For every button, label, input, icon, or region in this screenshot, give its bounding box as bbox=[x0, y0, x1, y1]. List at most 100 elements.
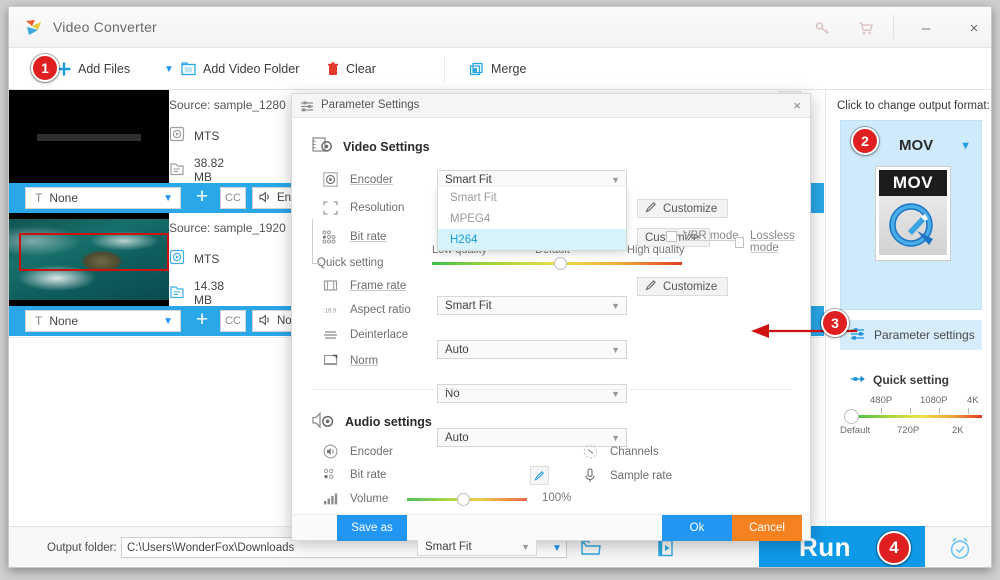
chevron-down-icon[interactable]: ▼ bbox=[611, 389, 620, 399]
cancel-button[interactable]: Cancel bbox=[732, 515, 802, 541]
bracket-line bbox=[312, 219, 321, 264]
add-video-folder-button[interactable]: Add Video Folder bbox=[181, 48, 299, 90]
channels-icon bbox=[580, 444, 600, 459]
browse-folder-icon[interactable] bbox=[581, 539, 601, 559]
norm-icon bbox=[320, 354, 340, 367]
quality-slider[interactable]: 480P 1080P 4K Default 720P 2K bbox=[840, 395, 986, 443]
subtitle-select[interactable]: T None ▼ bbox=[25, 310, 181, 332]
aspect-ratio-icon: 16:9 bbox=[320, 304, 340, 316]
pencil-icon bbox=[534, 471, 544, 481]
scheduler-alarm-icon[interactable] bbox=[947, 535, 973, 564]
chevron-down-icon[interactable]: ▼ bbox=[163, 193, 173, 204]
pencil-icon bbox=[645, 279, 657, 294]
add-files-dropdown-caret[interactable]: ▼ bbox=[164, 48, 174, 90]
closed-caption-button[interactable]: CC bbox=[220, 310, 246, 332]
trash-icon bbox=[327, 62, 339, 76]
volume-icon bbox=[320, 492, 340, 505]
app-window: Video Converter – × Add Files ▼ Add Vide… bbox=[8, 6, 992, 568]
framerate-select[interactable]: Smart Fit ▼ bbox=[437, 296, 627, 315]
chevron-down-icon[interactable]: ▼ bbox=[611, 345, 620, 355]
lossless-mode-label: Lossless mode bbox=[750, 230, 795, 254]
svg-text:16:9: 16:9 bbox=[324, 309, 336, 315]
lossless-mode-checkbox[interactable]: Lossless mode bbox=[735, 230, 810, 254]
parameter-settings-dialog: Parameter Settings × Video Settings Enco… bbox=[291, 93, 811, 556]
file-format-row: MTS bbox=[169, 126, 219, 145]
document-icon bbox=[169, 284, 185, 303]
cart-icon[interactable] bbox=[849, 15, 883, 41]
chevron-down-icon[interactable]: ▼ bbox=[611, 433, 620, 443]
slider-label-2k: 2K bbox=[952, 425, 964, 436]
chevron-down-icon[interactable]: ▼ bbox=[521, 542, 530, 552]
merge-button[interactable]: Merge bbox=[469, 48, 526, 90]
dialog-title: Parameter Settings bbox=[321, 99, 420, 111]
deinterlace-icon bbox=[320, 329, 340, 341]
output-folder-label: Output folder: bbox=[47, 542, 117, 554]
framerate-customize-button[interactable]: Customize bbox=[637, 277, 729, 296]
clear-button[interactable]: Clear bbox=[327, 48, 376, 90]
norm-label: Norm bbox=[350, 354, 379, 367]
audio-bitrate-row: Bit rate bbox=[320, 468, 420, 482]
subtitle-select[interactable]: T None ▼ bbox=[25, 187, 181, 209]
quality-slider-knob[interactable] bbox=[844, 409, 859, 424]
video-encoder-value: Smart Fit bbox=[445, 173, 492, 186]
vbr-mode-checkbox[interactable]: VBR mode bbox=[666, 230, 739, 242]
video-file-icon bbox=[169, 249, 185, 268]
framerate-row: Frame rate bbox=[320, 279, 420, 292]
checkbox-box[interactable] bbox=[666, 230, 677, 242]
close-icon[interactable]: × bbox=[793, 98, 801, 113]
add-files-label: Add Files bbox=[78, 62, 131, 76]
dropdown-option-smart-fit[interactable]: Smart Fit bbox=[438, 187, 626, 208]
quick-setting-icon bbox=[850, 373, 866, 387]
aspectratio-select[interactable]: Auto ▼ bbox=[437, 340, 627, 359]
pencil-icon bbox=[645, 201, 657, 216]
chevron-down-icon[interactable]: ▼ bbox=[163, 316, 173, 327]
aspectratio-row: 16:9 Aspect ratio bbox=[320, 304, 420, 316]
add-files-button[interactable]: Add Files bbox=[57, 48, 130, 90]
chevron-down-icon[interactable]: ▼ bbox=[960, 140, 971, 152]
quality-slider-knob[interactable] bbox=[554, 257, 567, 270]
slider-label-default: Default bbox=[840, 425, 871, 436]
checkbox-box[interactable] bbox=[735, 236, 745, 248]
audio-settings-heading: Audio settings bbox=[312, 411, 432, 433]
encoder-dropdown-list[interactable]: Smart Fit MPEG4 H264 bbox=[437, 187, 627, 251]
dialog-quick-setting-label: Quick setting bbox=[312, 219, 383, 269]
audio-bitrate-edit-button[interactable] bbox=[530, 466, 549, 485]
ok-button[interactable]: Ok bbox=[662, 515, 732, 541]
quick-setting-label: Quick setting bbox=[873, 373, 950, 387]
subtitle-value: None bbox=[49, 191, 79, 205]
slider-label-1080p: 1080P bbox=[920, 395, 948, 406]
parameter-settings-button[interactable]: Parameter settings bbox=[840, 320, 982, 350]
dropdown-option-mpeg4[interactable]: MPEG4 bbox=[438, 208, 626, 229]
deinterlace-select[interactable]: No ▼ bbox=[437, 384, 627, 403]
key-icon[interactable] bbox=[805, 15, 839, 41]
app-logo-icon bbox=[25, 19, 43, 36]
aspectratio-value: Auto bbox=[445, 343, 469, 356]
dropdown-option-h264[interactable]: H264 bbox=[438, 229, 626, 250]
save-as-button[interactable]: Save as bbox=[337, 515, 407, 541]
chevron-down-icon[interactable]: ▼ bbox=[552, 543, 562, 554]
file-size: 14.38 MB bbox=[194, 279, 225, 307]
closed-caption-button[interactable]: CC bbox=[220, 187, 246, 209]
slider-label-720p: 720P bbox=[897, 425, 920, 436]
close-button[interactable]: × bbox=[957, 15, 991, 41]
merge-icon bbox=[469, 62, 484, 76]
volume-slider-knob[interactable] bbox=[457, 493, 470, 506]
vbr-mode-label: VBR mode bbox=[683, 230, 739, 242]
video-file-icon bbox=[169, 126, 185, 145]
toolbar-divider-1 bbox=[444, 56, 445, 82]
chevron-down-icon[interactable]: ▼ bbox=[611, 301, 620, 311]
file-size: 38.82 MB bbox=[194, 156, 225, 184]
channels-row: Channels bbox=[580, 444, 680, 459]
chevron-down-icon[interactable]: ▼ bbox=[611, 175, 620, 185]
file-size-row: 38.82 MB bbox=[169, 156, 224, 184]
framerate-value: Smart Fit bbox=[445, 299, 492, 312]
parameter-settings-label: Parameter settings bbox=[874, 328, 975, 342]
video-settings-label: Video Settings bbox=[343, 140, 430, 154]
minimize-button[interactable]: – bbox=[909, 15, 943, 41]
resolution-customize-button[interactable]: Customize bbox=[637, 199, 729, 218]
deinterlace-row: Deinterlace bbox=[320, 329, 420, 341]
open-output-icon[interactable] bbox=[657, 539, 675, 560]
audio-encoder-value: Smart Fit bbox=[425, 540, 472, 553]
add-subtitle-button[interactable]: + bbox=[191, 309, 213, 332]
add-subtitle-button[interactable]: + bbox=[191, 186, 213, 209]
